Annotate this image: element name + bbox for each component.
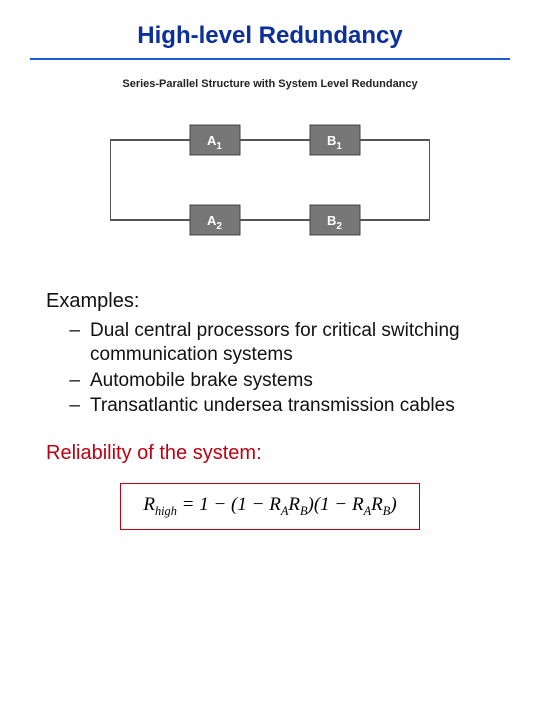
formula-eq: = 1 − (1 − [177, 494, 269, 515]
formula-end: ) [390, 494, 396, 515]
page-title: High-level Redundancy [30, 22, 510, 50]
examples-list: –Dual central processors for critical sw… [46, 319, 494, 418]
list-item: –Transatlantic undersea transmission cab… [46, 394, 494, 418]
slide: High-level Redundancy Series-Parallel St… [0, 0, 540, 720]
formula-R: R [143, 494, 155, 515]
title-underline [30, 58, 510, 60]
formula-RA2: R [352, 494, 364, 515]
examples-heading: Examples: [46, 290, 494, 313]
diagram-container: Series-Parallel Structure with System Le… [30, 78, 510, 260]
bullet-dash: – [46, 369, 90, 393]
list-item-text: Transatlantic undersea transmission cabl… [90, 394, 494, 418]
reliability-heading: Reliability of the system: [46, 442, 494, 465]
list-item-text: Automobile brake systems [90, 369, 494, 393]
diagram-svg: A1 B1 A2 B2 [110, 100, 430, 260]
formula-RA1: R [269, 494, 281, 515]
bullet-dash: – [46, 319, 90, 343]
formula-RB2: R [371, 494, 383, 515]
list-item-text: Dual central processors for critical swi… [90, 319, 494, 367]
formula-box: Rhigh = 1 − (1 − RARB)(1 − RARB) [120, 483, 419, 530]
formula-B1: B [300, 504, 308, 518]
diagram-caption: Series-Parallel Structure with System Le… [100, 78, 440, 90]
bullet-dash: – [46, 394, 90, 418]
list-item: –Automobile brake systems [46, 369, 494, 393]
formula-container: Rhigh = 1 − (1 − RARB)(1 − RARB) [30, 483, 510, 530]
formula-RB1: R [288, 494, 300, 515]
diagram: Series-Parallel Structure with System Le… [100, 78, 440, 260]
list-item: –Dual central processors for critical sw… [46, 319, 494, 367]
formula-mid: )(1 − [308, 494, 352, 515]
formula-R-sub: high [155, 504, 177, 518]
